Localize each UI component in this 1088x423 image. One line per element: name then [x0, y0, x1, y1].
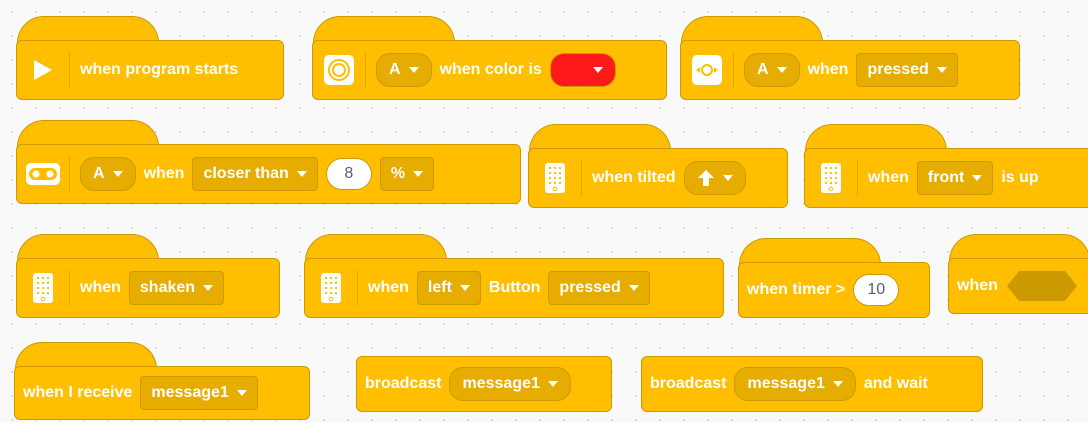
when-color-is-block[interactable]: A when color is: [312, 40, 667, 100]
hat-shape: [805, 124, 947, 151]
hat-shape: [305, 234, 447, 261]
message-dropdown[interactable]: message1: [734, 367, 856, 401]
chevron-down-icon: [972, 175, 983, 181]
port-dropdown[interactable]: A: [744, 53, 800, 87]
when-condition-block[interactable]: when: [948, 258, 1088, 314]
boolean-slot[interactable]: [1006, 269, 1078, 303]
face-dropdown[interactable]: front: [916, 161, 994, 195]
block-label: when I receive: [23, 384, 133, 401]
block-label: and wait: [863, 375, 928, 392]
hat-shape: [681, 16, 823, 43]
gesture-dropdown[interactable]: shaken: [128, 271, 225, 305]
hat-shape: [17, 16, 159, 43]
hub-icon: [313, 270, 358, 306]
port-dropdown[interactable]: A: [80, 157, 136, 191]
force-sensor-icon: [689, 52, 734, 88]
block-label: when tilted: [592, 169, 676, 186]
tilt-direction-dropdown[interactable]: [683, 161, 746, 195]
block-label: when: [143, 165, 185, 182]
unit-dropdown[interactable]: %: [379, 157, 435, 191]
block-label: when: [807, 61, 849, 78]
block-label: when: [80, 279, 121, 296]
color-picker-dropdown[interactable]: [549, 53, 616, 87]
hat-shape: [949, 234, 1088, 261]
block-label: when: [868, 169, 909, 186]
chevron-down-icon: [592, 67, 603, 73]
when-force-block[interactable]: A when pressed: [680, 40, 1020, 100]
when-tilted-block[interactable]: when tilted: [528, 148, 788, 208]
block-label: when: [368, 279, 409, 296]
block-label: broadcast: [650, 375, 727, 392]
hub-icon: [537, 160, 582, 196]
chevron-down-icon: [408, 67, 419, 73]
when-shaken-block[interactable]: when shaken: [16, 258, 280, 318]
chevron-down-icon: [413, 171, 424, 177]
message-dropdown[interactable]: message1: [449, 367, 571, 401]
chevron-down-icon: [936, 67, 947, 73]
condition-dropdown[interactable]: closer than: [192, 157, 318, 191]
chevron-down-icon: [722, 175, 733, 181]
hat-shape: [17, 234, 159, 261]
chevron-down-icon: [832, 381, 843, 387]
chevron-down-icon: [547, 381, 558, 387]
block-label: when color is: [439, 61, 542, 78]
play-icon: [25, 52, 70, 88]
when-i-receive-block[interactable]: when I receive message1: [14, 366, 310, 420]
chevron-down-icon: [296, 171, 307, 177]
arrow-up-icon: [697, 170, 714, 186]
chevron-down-icon: [628, 285, 639, 291]
block-label: Button: [488, 279, 541, 296]
broadcast-block[interactable]: broadcast message1: [356, 356, 612, 412]
hub-icon: [25, 270, 70, 306]
when-button-block[interactable]: when left Button pressed: [304, 258, 724, 318]
port-dropdown[interactable]: A: [376, 53, 432, 87]
block-label: when timer >: [747, 281, 846, 298]
hub-icon: [813, 160, 858, 196]
hat-shape: [739, 238, 881, 265]
state-dropdown[interactable]: pressed: [548, 271, 650, 305]
when-distance-block[interactable]: A when closer than 8 %: [16, 144, 521, 204]
when-program-starts-block[interactable]: when program starts: [16, 40, 284, 100]
hat-shape: [313, 16, 455, 43]
button-side-dropdown[interactable]: left: [416, 271, 481, 305]
block-label: when: [957, 277, 998, 294]
distance-value-input[interactable]: 8: [325, 158, 372, 190]
chevron-down-icon: [459, 285, 470, 291]
when-timer-block[interactable]: when timer > 10: [738, 262, 930, 318]
timer-value-input[interactable]: 10: [853, 274, 900, 306]
when-face-up-block[interactable]: when front is up: [804, 148, 1088, 208]
distance-sensor-icon: [25, 156, 70, 192]
chevron-down-icon: [203, 285, 214, 291]
broadcast-and-wait-block[interactable]: broadcast message1 and wait: [641, 356, 983, 412]
message-dropdown[interactable]: message1: [140, 376, 258, 410]
block-label: broadcast: [365, 375, 442, 392]
hat-shape: [529, 124, 671, 151]
chevron-down-icon: [776, 67, 787, 73]
state-dropdown[interactable]: pressed: [856, 53, 958, 87]
chevron-down-icon: [236, 390, 247, 396]
hat-shape: [17, 120, 159, 147]
chevron-down-icon: [112, 171, 123, 177]
block-label: when program starts: [80, 61, 239, 78]
block-label: is up: [1001, 169, 1039, 186]
color-sensor-icon: [321, 52, 366, 88]
hat-shape: [15, 342, 157, 369]
